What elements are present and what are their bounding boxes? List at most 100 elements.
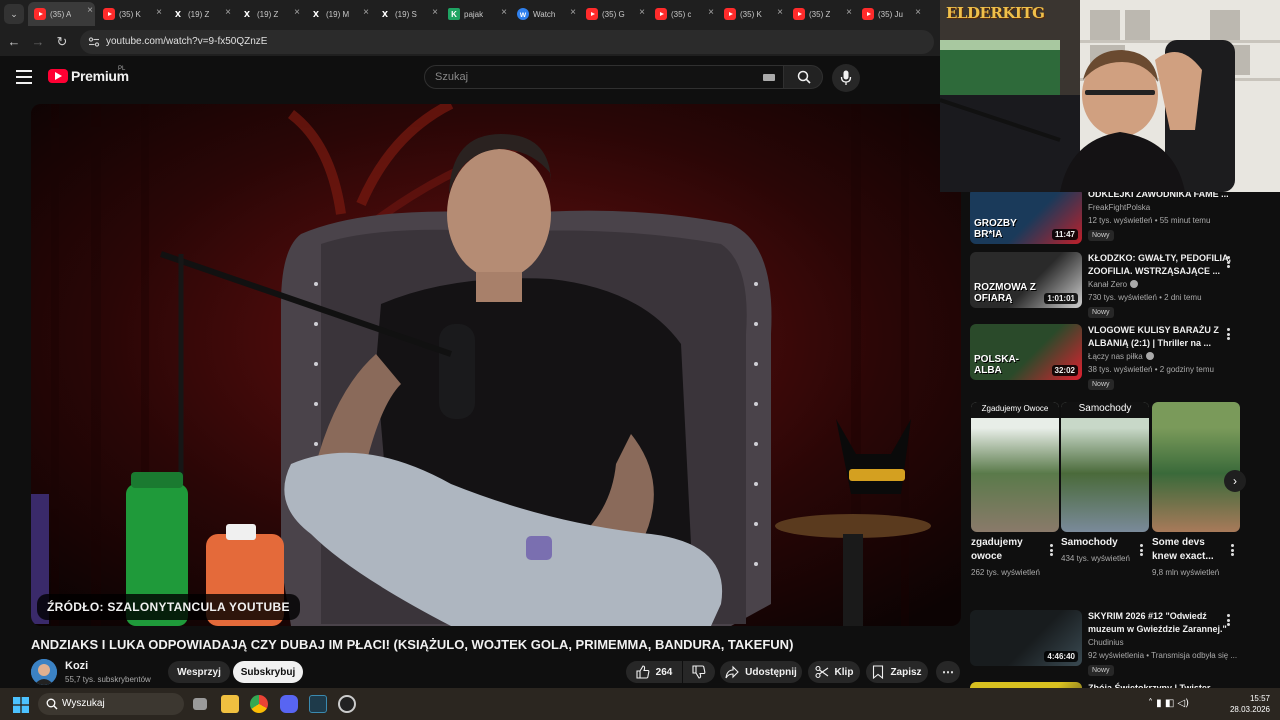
- browser-tab[interactable]: (35) Ju ×: [856, 4, 923, 24]
- chrome-icon[interactable]: [250, 695, 268, 713]
- more-options-icon[interactable]: [1227, 256, 1230, 268]
- short-title[interactable]: Samochody: [1061, 536, 1137, 550]
- short-video[interactable]: Zgadujemy Owoce zgadujemy owoce 262 tys. w…: [971, 402, 1059, 579]
- tab-close-icon[interactable]: ×: [846, 7, 852, 18]
- recommended-video-title[interactable]: ODKLEJKI ZAWODNIKA FAME ...: [1088, 192, 1238, 201]
- youtube-premium-logo[interactable]: Premium PL: [48, 66, 129, 84]
- url-text[interactable]: youtube.com/watch?v=9-fx50QZnzE: [106, 36, 267, 47]
- short-video[interactable]: Some devs knew exact... 9,8 mln wyświetle…: [1152, 402, 1240, 579]
- recommended-video-title[interactable]: VLOGOWE KULISY BARAŻU Z ALBANIĄ (2:1) | …: [1088, 324, 1238, 350]
- save-button[interactable]: Zapisz: [866, 661, 928, 683]
- taskbar-search-box[interactable]: Wyszukaj: [38, 693, 184, 715]
- more-actions-button[interactable]: ⋯: [936, 661, 960, 683]
- share-button[interactable]: Udostępnij: [720, 661, 802, 683]
- tab-close-icon[interactable]: ×: [294, 7, 300, 18]
- tab-close-icon[interactable]: ×: [432, 7, 438, 18]
- app-icon[interactable]: [309, 695, 327, 713]
- file-explorer-icon[interactable]: [221, 695, 239, 713]
- taskbar-clock[interactable]: 15:57 28.03.2026: [1230, 693, 1270, 715]
- more-options-icon[interactable]: [1231, 544, 1234, 556]
- x-icon: X: [243, 9, 251, 19]
- clip-button[interactable]: Klip: [808, 661, 860, 683]
- more-options-icon[interactable]: [1227, 614, 1230, 626]
- site-info-icon[interactable]: [88, 36, 100, 48]
- back-icon[interactable]: ←: [6, 34, 22, 50]
- tab-close-icon[interactable]: ×: [570, 7, 576, 18]
- support-button[interactable]: Wesprzyj: [168, 661, 230, 683]
- browser-tab[interactable]: X (19) S ×: [373, 4, 440, 24]
- tab-close-icon[interactable]: ×: [777, 7, 783, 18]
- recommended-channel[interactable]: Kanał Zero: [1088, 280, 1139, 289]
- task-view-icon[interactable]: [193, 698, 207, 710]
- tab-close-icon[interactable]: ×: [501, 7, 507, 18]
- browser-tab[interactable]: w Watch ×: [511, 4, 578, 24]
- tab-close-icon[interactable]: ×: [156, 7, 162, 18]
- hamburger-menu-icon[interactable]: [16, 70, 32, 84]
- browser-tab[interactable]: X (19) M ×: [304, 4, 371, 24]
- subscribe-button[interactable]: Subskrybuj: [233, 661, 303, 683]
- browser-tab[interactable]: (35) Z ×: [787, 4, 854, 24]
- tab-close-icon[interactable]: ×: [915, 7, 921, 18]
- video-thumbnail[interactable]: 4:46:40: [970, 610, 1082, 666]
- more-options-icon[interactable]: [1227, 328, 1230, 340]
- system-tray[interactable]: ˄ ▮ ◧ ◁): [1148, 698, 1218, 710]
- short-thumbnail[interactable]: Samochody: [1061, 402, 1149, 532]
- x-icon: X: [174, 9, 182, 19]
- recommended-video-title[interactable]: SKYRIM 2026 #12 "Odwiedź muzeum w Gwieźd…: [1088, 610, 1238, 636]
- youtube-icon: [655, 8, 667, 20]
- tab-close-icon[interactable]: ×: [639, 7, 645, 18]
- tab-close-icon[interactable]: ×: [708, 7, 714, 18]
- recommended-channel[interactable]: Chudinius: [1088, 638, 1124, 647]
- browser-tab[interactable]: (35) K ×: [718, 4, 785, 24]
- recommended-video[interactable]: ROZMOWA Z OFIARĄ 1:01:01 KŁODZKO: GWAŁTY, …: [970, 252, 1270, 320]
- video-thumbnail[interactable]: GROZBY BR*IA 11:47: [970, 192, 1082, 244]
- video-duration: 32:02: [1051, 365, 1078, 376]
- recommended-video-title[interactable]: KŁODZKO: GWAŁTY, PEDOFILIA, ZOOFILIA. WS…: [1088, 252, 1238, 278]
- browser-tab[interactable]: X (19) Z ×: [235, 4, 302, 24]
- avatar-image: [31, 659, 57, 685]
- dislike-button[interactable]: [683, 661, 715, 683]
- recommended-video[interactable]: POLSKA-ALBA 32:02 VLOGOWE KULISY BARAŻU Z …: [970, 324, 1270, 392]
- windows-start-icon[interactable]: [13, 697, 29, 713]
- video-player[interactable]: ŹRÓDŁO: SZALONYTANCULA YOUTUBE: [31, 104, 961, 626]
- tab-close-icon[interactable]: ×: [225, 7, 231, 18]
- channel-name[interactable]: Kozi: [65, 660, 88, 672]
- video-thumbnail[interactable]: POLSKA-ALBA 32:02: [970, 324, 1082, 380]
- recommended-video[interactable]: 4:46:40 SKYRIM 2026 #12 "Odwiedź muzeum w…: [970, 610, 1270, 678]
- search-input[interactable]: Szukaj: [424, 65, 784, 89]
- channel-avatar[interactable]: [31, 659, 57, 685]
- watch-icon: w: [517, 8, 529, 20]
- short-title[interactable]: Some devs knew exact...: [1152, 536, 1228, 564]
- video-thumbnail[interactable]: ROZMOWA Z OFIARĄ 1:01:01: [970, 252, 1082, 308]
- forward-icon[interactable]: →: [30, 34, 46, 50]
- recommended-video[interactable]: GROZBY BR*IA 11:47 ODKLEJKI ZAWODNIKA FAME…: [970, 192, 1270, 256]
- browser-tab[interactable]: (35) K ×: [97, 4, 164, 24]
- browser-tab[interactable]: X (19) Z ×: [166, 4, 233, 24]
- address-bar[interactable]: youtube.com/watch?v=9-fx50QZnzE: [80, 30, 934, 54]
- voice-search-button[interactable]: [832, 64, 860, 92]
- recommended-channel[interactable]: FreakFightPolska: [1088, 203, 1150, 212]
- channel-label: Łączy nas piłka: [1088, 352, 1143, 361]
- youtube-icon: [724, 8, 736, 20]
- tab-close-icon[interactable]: ×: [87, 5, 93, 16]
- tab-search-button[interactable]: ⌄: [4, 4, 24, 24]
- short-thumbnail[interactable]: [1152, 402, 1240, 532]
- browser-tab[interactable]: (35) c ×: [649, 4, 716, 24]
- discord-icon[interactable]: [280, 695, 298, 713]
- short-title[interactable]: zgadujemy owoce: [971, 536, 1047, 564]
- more-options-icon[interactable]: [1050, 544, 1053, 556]
- browser-tab[interactable]: (35) G ×: [580, 4, 647, 24]
- keyboard-icon[interactable]: [763, 74, 775, 81]
- short-thumbnail[interactable]: Zgadujemy Owoce: [971, 402, 1059, 532]
- reload-icon[interactable]: ↻: [54, 34, 70, 50]
- search-button[interactable]: [783, 65, 823, 89]
- recommended-channel[interactable]: Łączy nas piłka: [1088, 352, 1154, 361]
- obs-icon[interactable]: [338, 695, 356, 713]
- browser-tab[interactable]: Kpajak ×: [442, 4, 509, 24]
- browser-tab[interactable]: (35) A ×: [28, 2, 95, 26]
- more-options-icon[interactable]: [1140, 544, 1143, 556]
- like-button[interactable]: 264: [626, 661, 682, 683]
- short-video[interactable]: Samochody Samochody 434 tys. wyświetleń: [1061, 402, 1149, 565]
- tab-close-icon[interactable]: ×: [363, 7, 369, 18]
- shorts-next-button[interactable]: ›: [1224, 470, 1246, 492]
